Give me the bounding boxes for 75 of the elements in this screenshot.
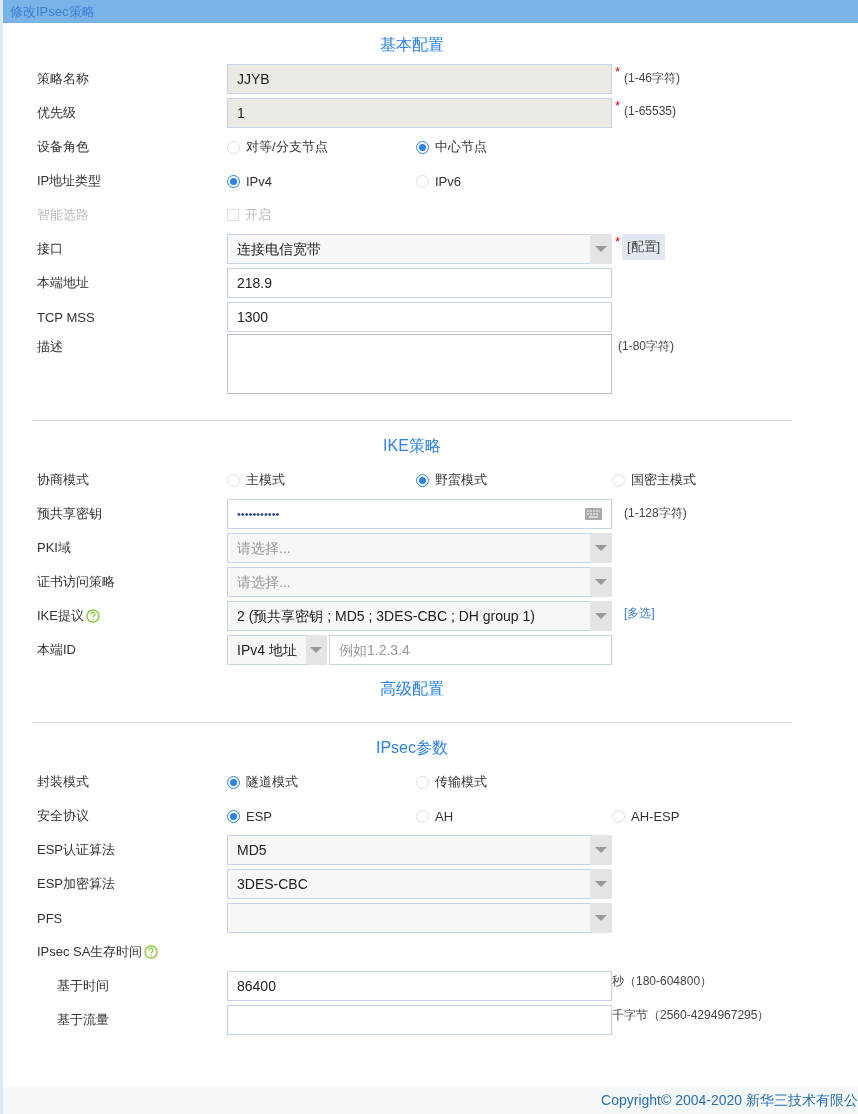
section-heading: IPsec参数 — [375, 738, 449, 758]
multi-select-link[interactable]: [多选] — [624, 605, 655, 622]
radio-label[interactable]: IPv4 — [246, 173, 272, 189]
radio-label[interactable]: 对等/分支节点 — [246, 138, 328, 156]
radio-button[interactable] — [227, 174, 240, 188]
window-title: 修改IPsec策略 — [10, 4, 95, 19]
radio-label[interactable]: ESP — [246, 808, 272, 824]
length-hint: (1-80字符) — [618, 338, 674, 355]
field-label: 本端ID — [37, 641, 76, 659]
field-label: PKI域 — [37, 539, 71, 557]
radio-label[interactable]: 中心节点 — [435, 138, 487, 156]
required-mark: * — [615, 98, 621, 113]
radio-button[interactable] — [227, 775, 240, 789]
length-hint: (1-128字符) — [624, 505, 687, 522]
radio-label[interactable]: 传输模式 — [435, 773, 487, 791]
password-field[interactable]: ••••••••••• — [227, 499, 612, 529]
field-label: IPsec SA生存时间 — [37, 943, 143, 961]
radio-label[interactable]: AH-ESP — [631, 808, 680, 824]
field-label: ESP加密算法 — [37, 875, 115, 893]
field-label: 基于时间 — [57, 977, 109, 995]
field-label: 描述 — [37, 338, 63, 356]
field-label: IP地址类型 — [37, 172, 102, 190]
configure-button[interactable]: [配置] — [622, 234, 666, 260]
field-label: 证书访问策略 — [37, 573, 115, 591]
dropdown[interactable]: 2 (预共享密钥 ; MD5 ; 3DES-CBC ; DH group 1) — [227, 601, 612, 631]
description-field[interactable] — [227, 334, 612, 394]
field-label: TCP MSS — [37, 309, 95, 325]
dropdown[interactable]: 3DES-CBC — [227, 869, 612, 899]
length-hint: (1-65535) — [624, 104, 677, 118]
field-label: IKE提议 — [37, 607, 84, 625]
radio-button[interactable] — [416, 473, 429, 487]
text-field[interactable]: JJYB — [227, 64, 612, 94]
id-type-dropdown[interactable]: IPv4 地址 — [227, 635, 327, 665]
radio-label[interactable]: 国密主模式 — [631, 471, 696, 489]
id-field[interactable]: 例如1.2.3.4 — [329, 635, 612, 665]
radio-button[interactable] — [227, 809, 240, 823]
field-label: 优先级 — [37, 104, 76, 122]
help-icon[interactable] — [144, 945, 159, 959]
text-field[interactable] — [227, 1005, 612, 1035]
text-field[interactable]: 218.9 — [227, 268, 612, 298]
field-label: PFS — [37, 910, 63, 926]
dropdown[interactable]: MD5 — [227, 835, 612, 865]
required-mark: * — [615, 234, 621, 249]
radio-label[interactable]: AH — [435, 808, 454, 824]
radio-label[interactable]: IPv6 — [435, 173, 461, 189]
keyboard-icon[interactable] — [585, 508, 602, 520]
dropdown[interactable] — [227, 903, 612, 933]
field-label: 安全协议 — [37, 807, 89, 825]
text-field[interactable]: 1300 — [227, 302, 612, 332]
field-label: 封装模式 — [37, 773, 89, 791]
text-field[interactable]: 1 — [227, 98, 612, 128]
unit-hint: 秒（180-604800） — [612, 973, 713, 990]
radio-label[interactable]: 隧道模式 — [246, 773, 298, 791]
section-heading: IKE策略 — [382, 436, 442, 456]
copyright-text: Copyright© 2004-2020 新华三技术有限公 — [601, 1092, 858, 1108]
help-icon[interactable] — [85, 609, 100, 623]
length-hint: (1-46字符) — [624, 70, 680, 87]
unit-hint: 千字节（2560-4294967295） — [612, 1007, 770, 1024]
field-label: 智能选路 — [37, 206, 89, 224]
required-mark: * — [615, 64, 621, 79]
field-label: 本端地址 — [37, 274, 89, 292]
field-label: 基于流量 — [57, 1011, 109, 1029]
text-field[interactable]: 86400 — [227, 971, 612, 1001]
section-heading: 基本配置 — [379, 35, 445, 55]
field-label: 策略名称 — [37, 70, 89, 88]
field-label: 设备角色 — [37, 138, 89, 156]
field-label: ESP认证算法 — [37, 841, 115, 859]
field-label: 协商模式 — [37, 471, 89, 489]
dropdown[interactable]: 连接电信宽带 — [227, 234, 612, 264]
section-heading: 高级配置 — [379, 679, 445, 699]
field-label: 接口 — [37, 240, 63, 258]
radio-button[interactable] — [416, 140, 429, 154]
radio-label[interactable]: 野蛮模式 — [435, 471, 487, 489]
radio-label[interactable]: 主模式 — [246, 471, 285, 489]
field-label: 预共享密钥 — [37, 505, 102, 523]
